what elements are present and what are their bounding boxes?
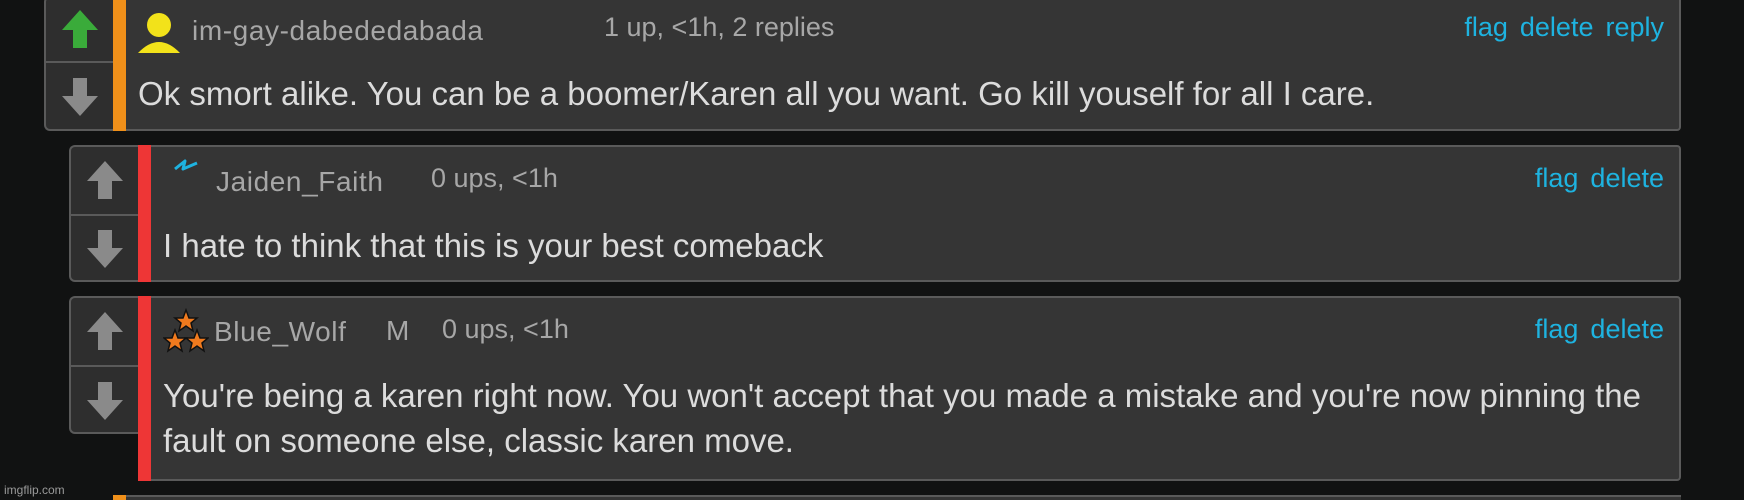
delete-link[interactable]: delete — [1590, 163, 1664, 194]
upvote-button[interactable] — [71, 147, 138, 213]
downvote-button[interactable] — [71, 214, 138, 282]
next-comment-edge — [113, 495, 1681, 500]
vote-box — [44, 0, 113, 131]
flag-link[interactable]: flag — [1535, 314, 1579, 345]
comment-body: im-gay-dabededabada 1 up, <1h, 2 replies… — [126, 0, 1681, 131]
comment-2: Jaiden_Faith 0 ups, <1h flag delete I ha… — [69, 145, 1681, 282]
flag-link[interactable]: flag — [1535, 163, 1579, 194]
down-arrow-icon — [86, 230, 123, 268]
reply-link[interactable]: reply — [1605, 12, 1664, 43]
moderator-badge: M — [386, 315, 410, 346]
comment-actions: flag delete reply — [1464, 12, 1664, 43]
watermark: imgflip.com — [4, 483, 65, 497]
comment-body: Jaiden_Faith 0 ups, <1h flag delete I ha… — [151, 145, 1681, 282]
vote-box — [69, 145, 138, 282]
thread-indicator — [138, 296, 151, 481]
downvote-button[interactable] — [46, 61, 113, 131]
username[interactable]: Jaiden_Faith — [216, 166, 384, 198]
comment-text: Ok smort alike. You can be a boomer/Kare… — [138, 75, 1375, 112]
comment-actions: flag delete — [1535, 163, 1664, 194]
comment-meta: 0 ups, <1h — [442, 314, 569, 344]
downvote-button[interactable] — [71, 365, 138, 434]
next-thread-indicator — [113, 495, 126, 500]
comment-meta: 1 up, <1h, 2 replies — [604, 12, 835, 42]
flag-link[interactable]: flag — [1464, 12, 1508, 43]
delete-link[interactable]: delete — [1520, 12, 1594, 43]
comment-text: I hate to think that this is your best c… — [163, 227, 824, 264]
comment-actions: flag delete — [1535, 314, 1664, 345]
upvote-button[interactable] — [46, 0, 113, 60]
comment-meta: 0 ups, <1h — [431, 163, 558, 193]
thread-indicator — [113, 0, 126, 131]
vote-box — [69, 296, 138, 434]
up-arrow-icon — [86, 161, 123, 199]
username[interactable]: Blue_Wolf — [214, 316, 347, 348]
three-stars-icon — [163, 308, 209, 353]
comment-3: Blue_Wolf M 0 ups, <1h flag delete You'r… — [69, 296, 1681, 481]
comment-text: You're being a karen right now. You won'… — [163, 377, 1642, 459]
up-arrow-icon — [86, 312, 123, 350]
username[interactable]: im-gay-dabededabada — [192, 15, 484, 47]
down-arrow-icon — [86, 381, 123, 420]
user-silhouette-icon — [138, 13, 180, 53]
delete-link[interactable]: delete — [1590, 314, 1664, 345]
comment-1: im-gay-dabededabada 1 up, <1h, 2 replies… — [44, 0, 1681, 131]
comment-body: Blue_Wolf M 0 ups, <1h flag delete You'r… — [151, 296, 1681, 481]
upvote-button[interactable] — [71, 298, 138, 364]
thread-indicator — [138, 145, 151, 282]
down-arrow-icon — [61, 78, 98, 116]
up-arrow-icon — [61, 10, 98, 48]
lightning-bolt-icon — [174, 159, 198, 171]
